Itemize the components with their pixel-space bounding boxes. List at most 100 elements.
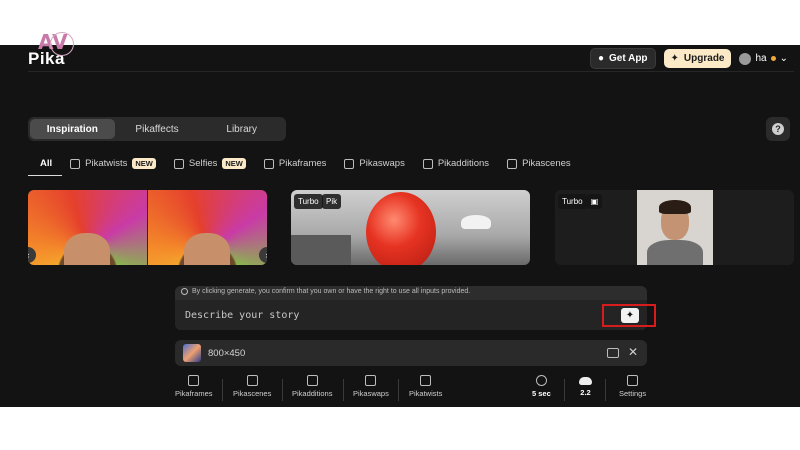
inspiration-card-2[interactable]: Turbo Pik [291,190,530,265]
generate-highlight: ✦ [602,304,656,327]
consent-text: By clicking generate, you confirm that y… [192,288,471,295]
filter-pikadditions[interactable]: Pikadditions [422,158,490,169]
model-button[interactable]: 2.2 [579,375,592,397]
toolbar-separator [605,379,606,401]
bottom-toolbar: Pikaframes Pikascenes Pikadditions Pikas… [175,375,650,405]
pikatwists-icon [420,375,432,386]
filter-pikascenes[interactable]: Pikascenes [507,158,571,169]
inspiration-card-1[interactable]: ‹ › [28,190,267,265]
cloud-icon [579,377,592,385]
filter-selfies[interactable]: Selfies NEW [173,158,246,169]
tool-pikadditions[interactable]: Pikadditions [292,375,332,398]
upgrade-button[interactable]: ✦ Upgrade [663,49,732,68]
pikaframes-icon [263,158,274,169]
user-menu[interactable]: ha ⌄ [739,52,788,65]
turbo-tag: Turbo [294,194,323,209]
tab-pikaffects[interactable]: Pikaffects [115,119,200,139]
card-3-photo [637,190,713,265]
tool-pikaswaps-label: Pikaswaps [353,389,389,398]
toolbar-separator [398,379,399,401]
close-icon[interactable]: ✕ [628,345,638,359]
avatar [739,52,752,65]
filter-pikaswaps[interactable]: Pikaswaps [344,158,405,169]
pik-tag: Pik [322,194,342,209]
apple-icon: ● [597,53,605,64]
info-icon [181,288,188,295]
turbo-tag: Turbo [558,194,587,209]
new-badge: NEW [132,158,156,169]
tool-pikaframes-label: Pikaframes [175,389,213,398]
consent-message: By clicking generate, you confirm that y… [181,288,470,295]
sparkle-icon: ✦ [670,53,679,64]
inspiration-card-3[interactable]: Turbo ▣ [555,190,794,265]
tab-inspiration[interactable]: Inspiration [30,119,115,139]
help-button[interactable]: ? [766,117,790,141]
tool-pikaswaps[interactable]: Pikaswaps [353,375,389,398]
pikaswaps-icon [344,158,355,169]
filter-selfies-label: Selfies [188,158,218,169]
folder-icon[interactable] [607,348,619,358]
help-icon: ? [772,123,784,135]
pikascenes-icon [246,375,258,386]
get-app-button[interactable]: ● Get App [589,48,656,69]
get-app-label: Get App [609,53,648,64]
header-actions: ● Get App ✦ Upgrade ha ⌄ [589,48,788,69]
attached-image-row: 800×450 ✕ [175,340,647,366]
filter-all[interactable]: All [40,158,52,169]
tool-pikadditions-label: Pikadditions [292,389,333,398]
card-1-image-right [148,190,267,265]
image-thumbnail [183,344,201,362]
generate-button[interactable]: ✦ [621,308,639,323]
tab-library[interactable]: Library [199,119,284,139]
card-1-face [184,233,230,265]
pikatwists-icon [70,158,81,169]
filter-pikatwists[interactable]: Pikatwists NEW [70,158,156,169]
pikadditions-icon [306,375,318,386]
header-divider [28,71,794,72]
prompt-input[interactable] [185,307,585,323]
filter-pikadditions-label: Pikadditions [437,158,490,169]
chevron-down-icon: ⌄ [779,53,788,64]
app-window: Pika ● Get App ✦ Upgrade ha ⌄ Inspiratio… [0,45,800,407]
image-name: 800×450 [208,348,246,359]
duration-button[interactable]: 5 sec [532,375,551,398]
tool-pikascenes[interactable]: Pikascenes [233,375,271,398]
clock-icon [535,375,547,386]
tool-pikaframes[interactable]: Pikaframes [175,375,213,398]
selfies-icon [173,158,184,169]
filter-pikaframes[interactable]: Pikaframes [263,158,327,169]
card-1-face [64,233,110,265]
toolbar-separator [564,379,565,401]
pikadditions-icon [422,158,433,169]
card-3-body [647,240,703,265]
filter-row: All Pikatwists NEW Selfies NEW Pikaframe… [40,158,571,169]
settings-button[interactable]: Settings [619,375,646,398]
filter-pikaframes-label: Pikaframes [278,158,327,169]
filter-pikascenes-label: Pikascenes [522,158,571,169]
toolbar-separator [343,379,344,401]
pikaswaps-icon [365,375,377,386]
tool-pikatwists[interactable]: Pikatwists [409,375,442,398]
pikatwists-icon: ▣ [587,194,602,209]
duration-label: 5 sec [532,389,551,398]
upgrade-label: Upgrade [683,53,725,64]
card-2-lamp [461,215,491,229]
user-name: ha [755,53,767,64]
card-1-image-left [28,190,147,265]
filter-pikatwists-label: Pikatwists [85,158,128,169]
watermark-ring [50,32,74,56]
notification-dot [770,56,776,61]
prompt-box: ✦ [175,300,656,330]
new-badge: NEW [222,158,246,169]
main-tabs: Inspiration Pikaffects Library [28,117,286,141]
card-2-shelf [291,235,351,265]
settings-icon [627,375,639,386]
pikascenes-icon [507,158,518,169]
pikaframes-icon [188,375,200,386]
toolbar-separator [222,379,223,401]
filter-pikaswaps-label: Pikaswaps [359,158,405,169]
settings-label: Settings [619,389,647,398]
watermark-logo: AV [38,30,78,60]
filter-all-label: All [40,158,53,169]
card-3-hair [659,200,691,214]
